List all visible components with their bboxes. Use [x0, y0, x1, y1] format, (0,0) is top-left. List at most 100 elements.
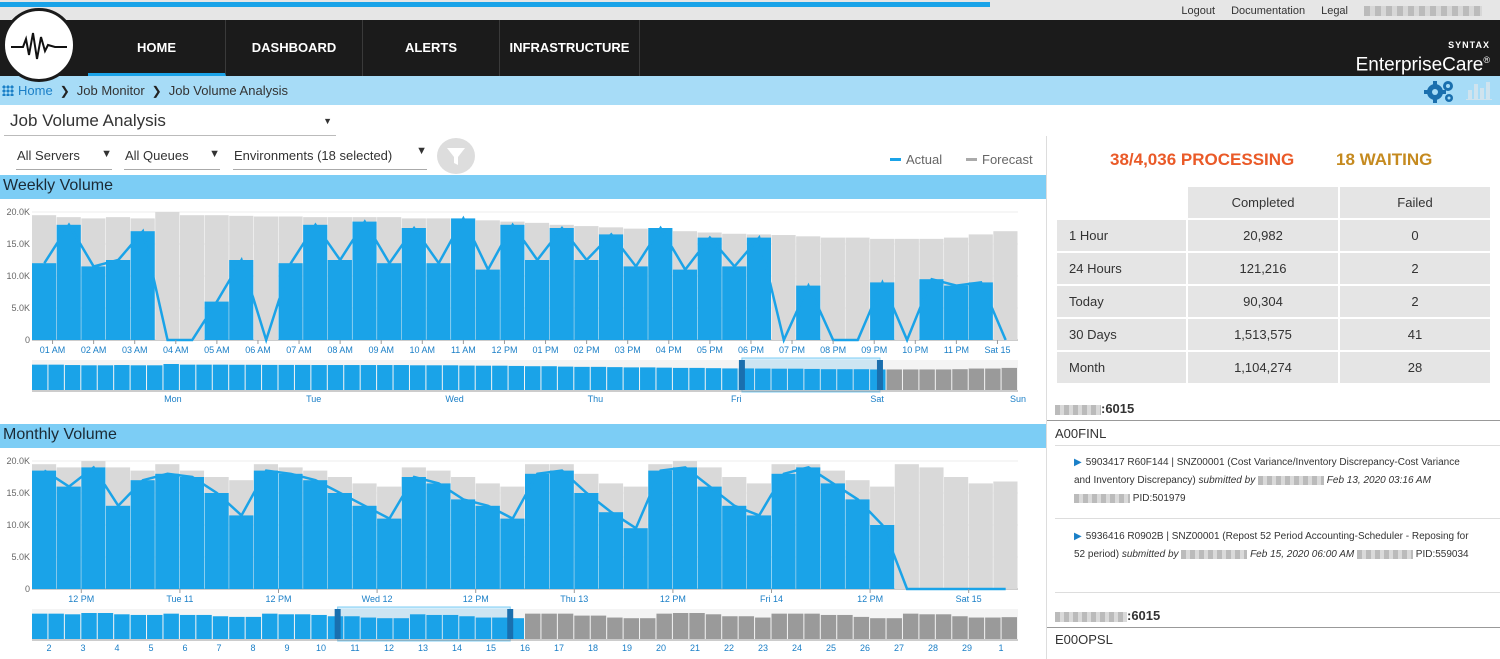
play-icon[interactable]: ▶	[1074, 457, 1082, 468]
nav-alerts[interactable]: ALERTS	[363, 20, 500, 76]
job-date: Feb 15, 2020 06:00 AM	[1250, 549, 1355, 560]
navigator-bar	[32, 613, 48, 639]
environment-server[interactable]: :6015	[1055, 401, 1134, 416]
summary-table: Completed Failed 1 Hour 20,982 0 24 Hours 1…	[1055, 185, 1492, 385]
actual-bar	[451, 499, 476, 589]
play-icon[interactable]: ▶	[1074, 531, 1082, 542]
summary-completed[interactable]: 1,513,575	[1188, 319, 1338, 350]
processing-count[interactable]: 38/4,036 PROCESSING	[1110, 150, 1294, 170]
summary-row: 24 Hours 121,216 2	[1057, 253, 1490, 284]
navigator-bar	[32, 364, 48, 390]
x-tick-label: 12 PM	[265, 594, 291, 604]
navigator-bar	[607, 617, 623, 639]
navigator-bar	[262, 613, 278, 639]
actual-bar	[377, 263, 402, 340]
actual-bar	[426, 483, 451, 589]
job-entry[interactable]: ▶ 5936416 R0902B | SNZ00001 (Repost 52 Pe…	[1074, 528, 1474, 564]
legend-actual[interactable]: Actual	[890, 152, 942, 167]
navigator-bar	[163, 613, 179, 639]
nav-dashboard[interactable]: DASHBOARD	[226, 20, 363, 76]
navigator-bar	[114, 365, 130, 390]
actual-bar	[32, 263, 57, 340]
filter-icon[interactable]	[437, 138, 475, 174]
environment-server[interactable]: :6015	[1055, 608, 1160, 623]
navigator-bar	[442, 365, 459, 390]
summary-completed[interactable]: 121,216	[1188, 253, 1338, 284]
navigator-bar	[81, 613, 97, 639]
waiting-count[interactable]: 18 WAITING	[1336, 150, 1432, 170]
legend-forecast-label: Forecast	[982, 152, 1033, 167]
navigator-bar	[459, 365, 475, 390]
actual-bar	[672, 269, 698, 340]
queues-select-value: All Queues	[125, 148, 189, 163]
summary-completed[interactable]: 90,304	[1188, 286, 1338, 317]
environments-select[interactable]: Environments (18 selected) ▼	[233, 145, 427, 170]
weekly-volume-title: Weekly Volume	[0, 175, 1046, 199]
summary-failed[interactable]: 41	[1340, 319, 1490, 350]
navigator-tick-label: 18	[588, 643, 598, 653]
navigator-tick-label: Tue	[306, 394, 321, 404]
y-tick-label: 20.0K	[6, 456, 30, 466]
summary-failed[interactable]: 2	[1340, 253, 1490, 284]
summary-completed[interactable]: 20,982	[1188, 220, 1338, 251]
navigator-bar	[492, 365, 508, 390]
breadcrumb-home[interactable]: Home	[18, 83, 53, 98]
actual-bar	[327, 493, 352, 589]
navigator-tick-label: 2	[46, 643, 51, 653]
summary-failed[interactable]: 2	[1340, 286, 1490, 317]
summary-completed[interactable]: 1,104,274	[1188, 352, 1338, 383]
navigator-bar	[952, 369, 968, 390]
navigator-tick-label: 20	[656, 643, 666, 653]
servers-select[interactable]: All Servers ▼	[16, 148, 112, 170]
environment-name[interactable]: A00FINL	[1055, 426, 1106, 441]
legal-link[interactable]: Legal	[1321, 5, 1348, 17]
logout-link[interactable]: Logout	[1181, 5, 1215, 17]
monthly-volume-chart[interactable]: 0 5.0K 10.0K 15.0K 20.0K 12 PM Tue 11 12 PM Wed …	[0, 449, 1046, 659]
breadcrumb-job-monitor[interactable]: Job Monitor	[77, 83, 145, 98]
navigator-bar	[623, 618, 640, 639]
queues-select[interactable]: All Queues ▼	[124, 148, 220, 170]
job-pid: PID:559034	[1415, 549, 1469, 560]
actual-bar	[500, 518, 525, 589]
summary-failed[interactable]: 0	[1340, 220, 1490, 251]
grid-icon[interactable]	[2, 85, 14, 96]
bar-chart-icon[interactable]	[1466, 80, 1492, 100]
navigator-bar	[196, 614, 212, 639]
y-tick-label: 5.0K	[11, 303, 30, 313]
navigator-bar	[64, 614, 81, 639]
navigator-bar	[229, 364, 245, 390]
actual-bar	[796, 285, 821, 340]
navigator-bar	[262, 364, 278, 390]
job-pid: PID:501979	[1132, 493, 1186, 504]
heartbeat-logo-icon[interactable]	[2, 8, 76, 82]
navigator-bar	[623, 367, 640, 390]
actual-bar	[870, 525, 895, 589]
documentation-link[interactable]: Documentation	[1231, 5, 1305, 17]
navigator-bar	[590, 366, 607, 390]
navigator-bar	[557, 613, 574, 639]
navigator-bar	[196, 364, 212, 390]
gears-icon[interactable]	[1422, 78, 1456, 104]
legend-forecast[interactable]: Forecast	[966, 152, 1033, 167]
navigator-bar	[574, 615, 590, 639]
actual-bar	[574, 493, 599, 589]
job-entry[interactable]: ▶ 5903417 R60F144 | SNZ00001 (Cost Varian…	[1074, 454, 1474, 508]
environment-name[interactable]: E00OPSL	[1055, 632, 1113, 647]
navigator-bar	[640, 367, 656, 390]
actual-bar	[130, 231, 155, 340]
nav-home[interactable]: HOME	[88, 20, 226, 76]
weekly-volume-chart[interactable]: 0 5.0K 10.0K 15.0K 20.0K 01 AM 02 AM 03 AM 04 AM…	[0, 200, 1046, 410]
nav-infrastructure[interactable]: INFRASTRUCTURE	[500, 20, 640, 76]
actual-bar	[697, 486, 722, 589]
x-tick-label: 09 AM	[368, 345, 394, 355]
page-select[interactable]: Job Volume Analysis ▼	[4, 108, 336, 136]
navigator-tick-label: 17	[554, 643, 564, 653]
summary-failed[interactable]: 28	[1340, 352, 1490, 383]
x-tick-label: 12 PM	[491, 345, 517, 355]
divider	[1055, 518, 1500, 519]
navigator-bar	[640, 618, 656, 639]
x-tick-label: 06 AM	[245, 345, 271, 355]
caret-down-icon: ▼	[323, 116, 332, 126]
actual-bar	[697, 237, 722, 340]
app-window: { "top_links": {"logout": "Logout", "doc…	[0, 0, 1500, 659]
